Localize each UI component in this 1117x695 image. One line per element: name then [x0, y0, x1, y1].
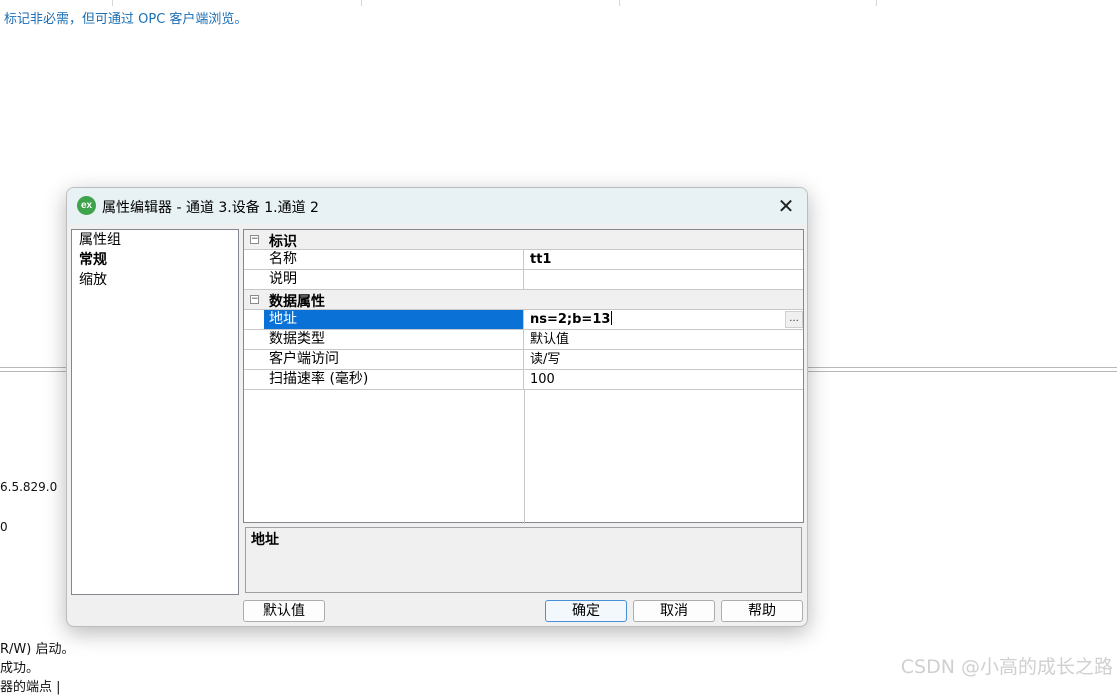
help-button[interactable]: 帮助 — [721, 600, 803, 622]
dialog-titlebar[interactable]: ex 属性编辑器 - 通道 3.设备 1.通道 2 ✕ — [67, 188, 807, 224]
browse-button[interactable]: ... — [785, 311, 803, 328]
background-hint-text: 标记非必需，但可通过 OPC 客户端浏览。 — [4, 12, 248, 27]
collapse-icon[interactable]: − — [250, 235, 259, 244]
property-name: 扫描速率 (毫秒) — [264, 370, 524, 389]
property-row-address[interactable]: 地址 ns=2;b=13 ... — [244, 310, 803, 330]
category-identity[interactable]: − 标识 — [244, 230, 803, 250]
property-name-selected: 地址 — [264, 310, 524, 329]
property-value[interactable]: 100 — [525, 370, 803, 389]
close-button[interactable]: ✕ — [765, 188, 807, 224]
property-description-panel: 地址 — [245, 527, 802, 593]
log-line: R/W) 启动。 — [0, 642, 75, 657]
property-editor-dialog: ex 属性编辑器 - 通道 3.设备 1.通道 2 ✕ 属性组 常规 缩放 − … — [66, 187, 808, 627]
column-separator — [619, 0, 620, 6]
address-input-text: ns=2;b=13 — [530, 312, 611, 327]
property-name: 客户端访问 — [264, 350, 524, 369]
property-row-description[interactable]: 说明 — [244, 270, 803, 290]
app-logo-icon: ex — [77, 196, 96, 215]
log-line: 0 — [0, 520, 8, 534]
property-group-scaling[interactable]: 缩放 — [72, 270, 238, 290]
background-column-header — [0, 0, 1117, 6]
grid-column-divider — [524, 390, 525, 524]
dialog-title: 属性编辑器 - 通道 3.设备 1.通道 2 — [102, 200, 319, 216]
property-row-client-access[interactable]: 客户端访问 读/写 — [244, 350, 803, 370]
category-label: 标识 — [269, 234, 297, 250]
ok-button[interactable]: 确定 — [545, 600, 627, 622]
address-input[interactable]: ns=2;b=13 — [525, 310, 785, 329]
property-value[interactable]: 默认值 — [525, 330, 803, 349]
property-value[interactable]: tt1 — [525, 250, 803, 269]
collapse-icon[interactable]: − — [250, 295, 259, 304]
property-value[interactable]: 读/写 — [525, 350, 803, 369]
property-group-general[interactable]: 常规 — [72, 250, 238, 270]
property-row-name[interactable]: 名称 tt1 — [244, 250, 803, 270]
column-separator — [876, 0, 877, 6]
column-separator — [361, 0, 362, 6]
log-line: 成功。 — [0, 661, 40, 676]
property-name: 名称 — [264, 250, 524, 269]
column-separator — [112, 0, 113, 6]
defaults-button[interactable]: 默认值 — [243, 600, 325, 622]
category-label: 数据属性 — [269, 294, 325, 310]
category-data-properties[interactable]: − 数据属性 — [244, 290, 803, 310]
description-title: 地址 — [251, 532, 279, 548]
property-group-header: 属性组 — [79, 232, 121, 248]
property-name: 说明 — [264, 270, 524, 289]
property-group-list: 属性组 常规 缩放 — [71, 229, 239, 595]
watermark: CSDN @小高的成长之路 — [900, 656, 1113, 678]
property-name: 数据类型 — [264, 330, 524, 349]
log-line: 器的端点 | — [0, 680, 61, 695]
property-value[interactable] — [525, 270, 803, 289]
property-row-datatype[interactable]: 数据类型 默认值 — [244, 330, 803, 350]
cancel-button[interactable]: 取消 — [633, 600, 715, 622]
text-caret — [611, 311, 613, 325]
property-grid: − 标识 名称 tt1 说明 − 数据属性 地址 ns=2;b=13 ... 数… — [243, 229, 804, 524]
log-line: 6.5.829.0 — [0, 480, 58, 494]
property-row-scan-rate[interactable]: 扫描速率 (毫秒) 100 — [244, 370, 803, 390]
